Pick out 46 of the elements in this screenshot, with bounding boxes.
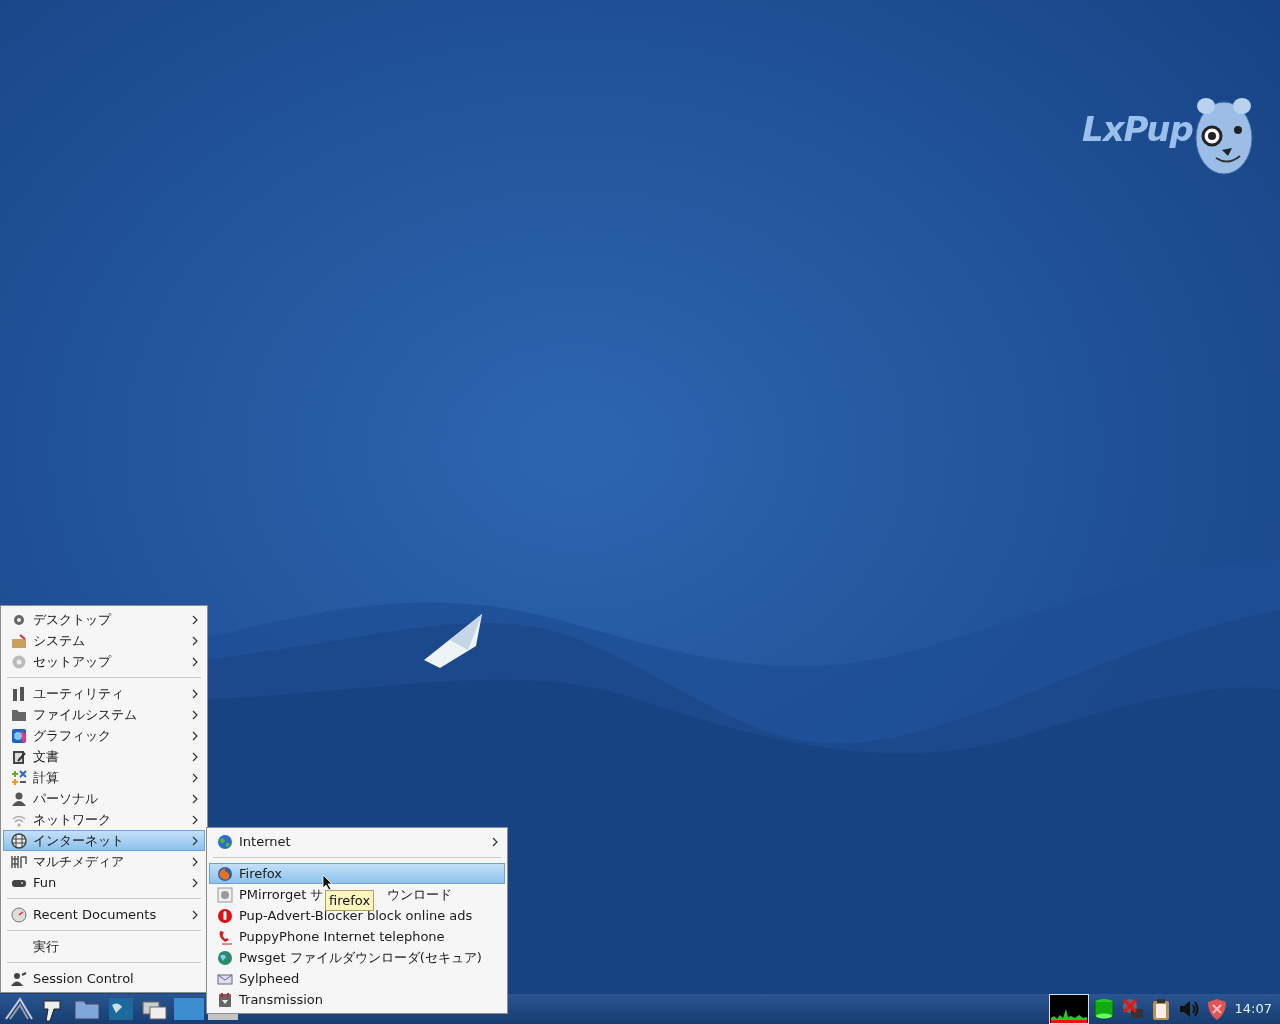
paper-boat-icon	[424, 614, 482, 668]
tooltip: firefox	[325, 890, 375, 911]
gear-icon	[217, 886, 233, 903]
stop-icon	[217, 907, 233, 924]
mouse-pointer-icon	[322, 874, 333, 891]
menu-item-text[interactable]: PMirrorget サ	[239, 884, 324, 905]
menu-item[interactable]: 文書	[3, 746, 205, 767]
logo-text: LxPup	[1082, 112, 1193, 146]
menu-item[interactable]: Transmission	[209, 989, 505, 1010]
menu-item[interactable]: ネットワーク	[3, 809, 205, 830]
menu-item[interactable]: ユーティリティ	[3, 683, 205, 704]
clock-icon	[11, 906, 27, 923]
menu-item[interactable]: システム	[3, 630, 205, 651]
menu-item[interactable]: PuppyPhone Internet telephone	[209, 926, 505, 947]
browser-icon	[217, 865, 233, 882]
menu-item[interactable]: Internet	[209, 831, 505, 852]
document-icon	[11, 748, 27, 765]
menu-item[interactable]: Recent Documents	[3, 904, 205, 925]
menu-item[interactable]: マルチメディア	[3, 851, 205, 872]
gear-icon	[11, 653, 27, 670]
menu-item[interactable]: 実行	[3, 936, 205, 957]
drive-icon[interactable]	[1092, 997, 1117, 1021]
download-icon	[217, 991, 233, 1008]
person-icon	[11, 790, 27, 807]
menu-item[interactable]: Session Control	[3, 968, 205, 989]
menu-item[interactable]: Firefox	[209, 863, 505, 884]
toolbox-icon	[11, 632, 27, 649]
menu-item[interactable]: 計算	[3, 767, 205, 788]
menu-item[interactable]: インターネット	[3, 830, 205, 851]
menu-item[interactable]: Fun	[3, 872, 205, 893]
menu-item[interactable]: Pwsget ファイルダウンローダ(セキュア)	[209, 947, 505, 968]
phone-icon	[217, 928, 233, 945]
people-icon	[11, 970, 27, 987]
menu-item[interactable]: デスクトップ	[3, 609, 205, 630]
tools-icon	[11, 685, 27, 702]
cpu-monitor-graph	[1048, 994, 1089, 1024]
menu-item[interactable]: グラフィック	[3, 725, 205, 746]
menu-item-text[interactable]: ウンロード	[387, 884, 453, 905]
menu-item[interactable]: セットアップ	[3, 651, 205, 672]
menu-item[interactable]: ファイルシステム	[3, 704, 205, 725]
picture-icon	[11, 727, 27, 744]
clock-text: 14:07	[1233, 1000, 1273, 1019]
media-icon	[11, 853, 27, 870]
menu-item[interactable]: Sylpheed	[209, 968, 505, 989]
menu-item[interactable]: パーソナル	[3, 788, 205, 809]
calculator-icon	[11, 769, 27, 786]
